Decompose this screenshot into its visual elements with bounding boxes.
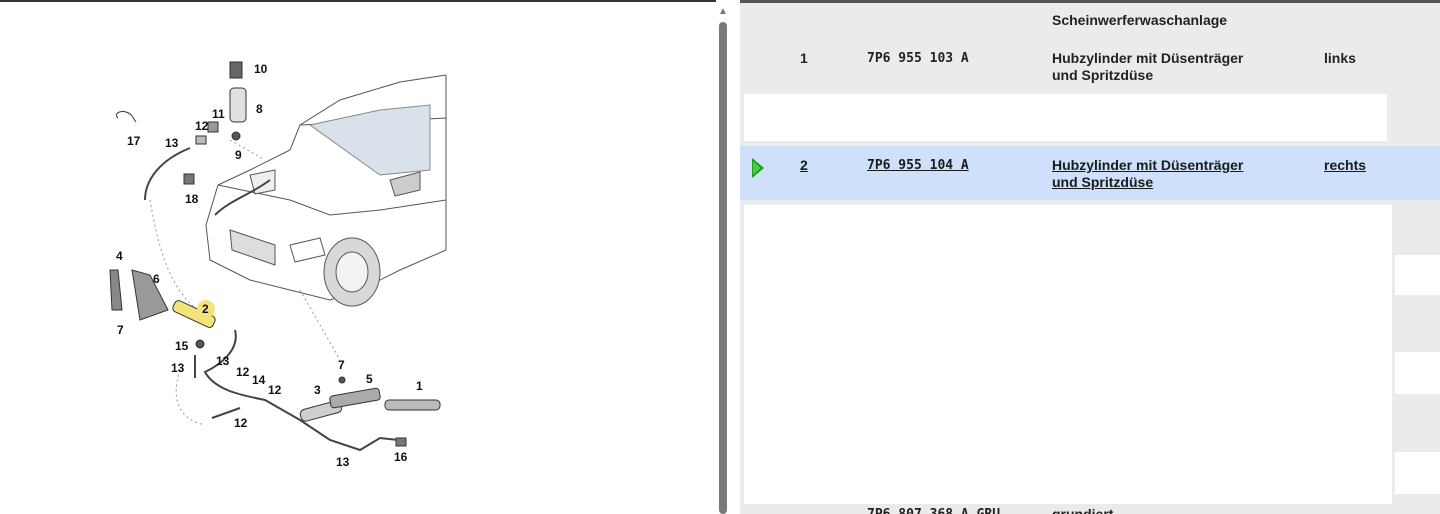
side-cell: links	[1324, 50, 1356, 66]
description-cell: Hubzylinder mit Düsenträger und Spritzdü…	[1052, 50, 1282, 84]
side-link[interactable]: rechts	[1324, 157, 1366, 174]
callout-13: 13	[165, 136, 179, 150]
callout-8: 8	[256, 102, 263, 116]
parts-diagram-pane: 10 8 11 12 17 13 9 18 4 6 2 7 15 13 13 1…	[0, 0, 716, 514]
callout-12: 12	[234, 416, 248, 430]
position-link[interactable]: 2	[800, 157, 808, 174]
callout-2: 2	[202, 302, 209, 316]
part-number-link[interactable]: 7P6 955 104 A	[867, 157, 969, 174]
description-link[interactable]: Hubzylinder mit Düsenträger und Spritzdü…	[1052, 157, 1282, 191]
callout-5: 5	[366, 372, 373, 386]
empty-detail-panel	[744, 205, 1392, 504]
callout-11: 11	[212, 107, 225, 121]
scroll-up-icon[interactable]: ▲	[717, 6, 729, 18]
callout-13: 13	[171, 361, 185, 375]
callout-13: 13	[336, 455, 350, 469]
callout-18: 18	[185, 192, 199, 206]
callout-7: 7	[338, 358, 345, 372]
table-row[interactable]: 1 7P6 955 103 A Hubzylinder mit Düsenträ…	[740, 40, 1440, 91]
side-block	[1395, 255, 1440, 295]
callout-12: 12	[236, 365, 250, 379]
side-block	[1395, 452, 1440, 494]
callout-6: 6	[153, 272, 160, 286]
side-block	[1395, 352, 1440, 394]
selected-row-arrow-fill	[753, 161, 761, 175]
callout-17: 17	[127, 134, 141, 148]
callout-4: 4	[116, 249, 123, 263]
callout-10: 10	[254, 62, 268, 76]
description-line-2: und Spritzdüse	[1052, 67, 1154, 83]
callout-9: 9	[235, 148, 242, 162]
parts-diagram[interactable]: 10 8 11 12 17 13 9 18 4 6 2 7 15 13 13 1…	[0, 0, 716, 514]
scroll-thumb[interactable]	[719, 22, 727, 514]
group-title: Scheinwerferwaschanlage	[1052, 12, 1228, 28]
callout-15: 15	[175, 339, 189, 353]
position-cell: 1	[800, 50, 808, 66]
parts-table: Scheinwerferwaschanlage 1 7P6 955 103 A …	[740, 0, 1440, 514]
table-row-selected[interactable]: 2 7P6 955 104 A Hubzylinder mit Düsenträ…	[740, 146, 1440, 200]
callout-13: 13	[216, 354, 230, 368]
callout-12: 12	[195, 119, 209, 133]
empty-detail-area	[744, 94, 1387, 141]
callout-16: 16	[394, 450, 408, 464]
description-cell: grundiert	[1052, 506, 1114, 514]
table-row-partial[interactable]: 7P6 807 368 A GRU grundiert	[740, 504, 1440, 514]
callout-7: 7	[117, 323, 124, 337]
part-number-cell: 7P6 807 368 A GRU	[867, 506, 1000, 514]
callout-14: 14	[252, 373, 266, 387]
description-line-1: Hubzylinder mit Düsenträger	[1052, 50, 1244, 66]
part-number-cell: 7P6 955 103 A	[867, 51, 969, 66]
callout-3: 3	[314, 383, 321, 397]
description-line-2: und Spritzdüse	[1052, 174, 1154, 190]
callout-1: 1	[416, 379, 423, 393]
group-header: Scheinwerferwaschanlage	[740, 3, 1440, 39]
description-line-1: Hubzylinder mit Düsenträger	[1052, 157, 1244, 173]
diagram-scrollbar[interactable]: ▲	[716, 0, 730, 514]
callout-12: 12	[268, 383, 282, 397]
